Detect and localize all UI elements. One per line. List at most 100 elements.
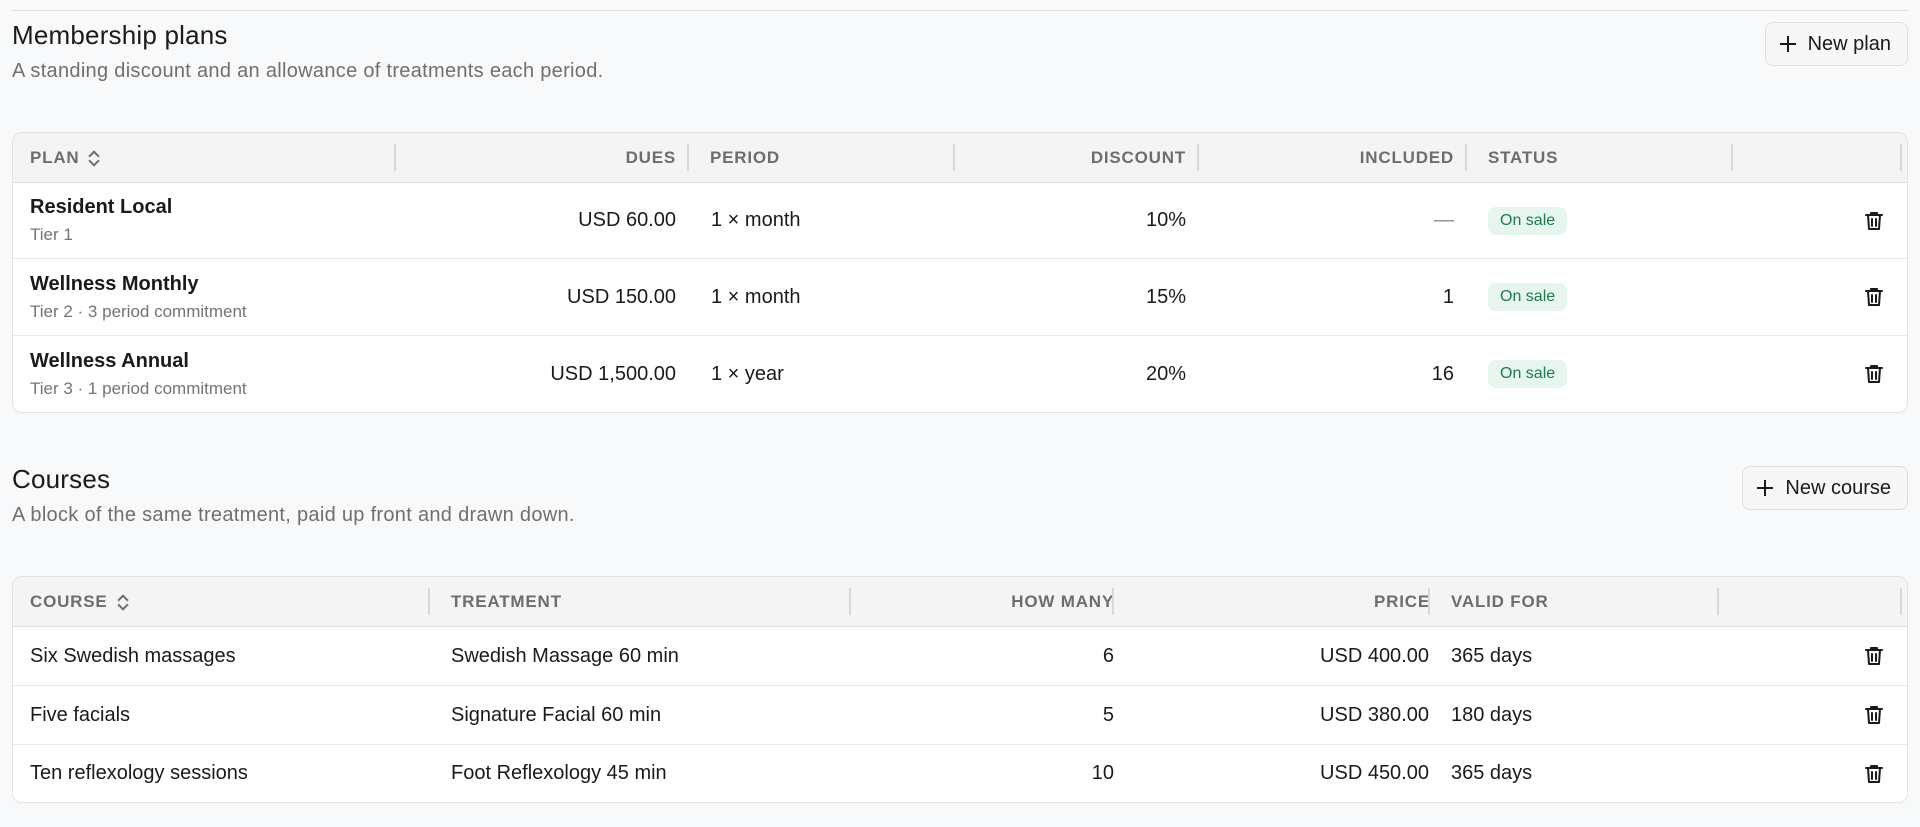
plan-meta: Tier 2 · 3 period commitment bbox=[30, 301, 247, 321]
plan-name: Wellness Annual bbox=[30, 349, 189, 372]
column-header-included: INCLUDED bbox=[1359, 148, 1454, 167]
valid-for-cell: 365 days bbox=[1451, 644, 1533, 667]
dues-cell: USD 1,500.00 bbox=[550, 362, 676, 385]
sort-icon bbox=[87, 149, 99, 167]
trash-icon bbox=[1865, 364, 1883, 384]
top-divider bbox=[12, 10, 1908, 11]
delete-button[interactable] bbox=[1865, 183, 1883, 258]
trash-icon bbox=[1865, 287, 1883, 307]
how-many-cell: 6 bbox=[1102, 644, 1114, 667]
new-course-button[interactable]: New course bbox=[1742, 466, 1908, 510]
trash-icon bbox=[1865, 211, 1883, 231]
column-header-status: STATUS bbox=[1488, 148, 1559, 167]
section-subtitle: A block of the same treatment, paid up f… bbox=[12, 504, 575, 526]
status-cell: On sale bbox=[1488, 259, 1568, 335]
column-label: PLAN bbox=[30, 148, 80, 167]
plan-meta: Tier 3 · 1 period commitment bbox=[30, 378, 247, 398]
table-row[interactable]: Ten reflexology sessions Foot Reflexolog… bbox=[13, 745, 1907, 802]
column-resize-handle[interactable] bbox=[1112, 588, 1114, 615]
price-cell: USD 380.00 bbox=[1320, 703, 1429, 726]
column-resize-handle[interactable] bbox=[428, 588, 430, 615]
column-header-treatment: TREATMENT bbox=[451, 592, 562, 611]
column-label: COURSE bbox=[30, 592, 108, 611]
membership-plans-header: Membership plans A standing discount and… bbox=[12, 20, 1908, 132]
table-row[interactable]: Resident Local Tier 1 USD 60.00 1 × mont… bbox=[13, 183, 1907, 259]
discount-cell: 10% bbox=[1145, 209, 1186, 231]
period-cell: 1 × month bbox=[711, 209, 801, 231]
column-resize-handle[interactable] bbox=[1428, 588, 1430, 615]
delete-button[interactable] bbox=[1865, 686, 1883, 744]
status-badge: On sale bbox=[1488, 360, 1568, 388]
valid-for-cell: 180 days bbox=[1451, 703, 1533, 726]
status-badge: On sale bbox=[1488, 206, 1568, 235]
plan-name: Resident Local bbox=[30, 196, 173, 218]
dues-cell: USD 60.00 bbox=[578, 209, 676, 231]
status-cell: On sale bbox=[1488, 336, 1568, 412]
plan-cell: Resident Local Tier 1 bbox=[30, 183, 172, 258]
price-cell: USD 450.00 bbox=[1320, 762, 1429, 784]
column-resize-handle[interactable] bbox=[953, 144, 955, 171]
column-resize-handle[interactable] bbox=[1465, 144, 1467, 171]
delete-button[interactable] bbox=[1865, 627, 1883, 685]
table-row[interactable]: Six Swedish massages Swedish Massage 60 … bbox=[13, 627, 1907, 686]
how-many-cell: 5 bbox=[1102, 703, 1114, 726]
plan-meta: Tier 1 bbox=[30, 225, 73, 244]
period-cell: 1 × month bbox=[711, 285, 801, 308]
dues-cell: USD 150.00 bbox=[567, 285, 676, 308]
column-header-how-many: HOW MANY bbox=[1011, 592, 1114, 611]
delete-button[interactable] bbox=[1865, 336, 1883, 412]
treatment-cell: Swedish Massage 60 min bbox=[451, 644, 679, 667]
valid-for-cell: 365 days bbox=[1451, 762, 1533, 784]
table-header: PLAN DUES PERIOD DISCOUNT INCLUDED STATU… bbox=[13, 133, 1907, 183]
status-badge: On sale bbox=[1488, 283, 1568, 311]
price-cell: USD 400.00 bbox=[1320, 644, 1429, 667]
plus-icon bbox=[1779, 36, 1796, 52]
column-header-plan[interactable]: PLAN bbox=[30, 133, 99, 183]
included-cell: 1 bbox=[1442, 285, 1454, 308]
period-cell: 1 × year bbox=[711, 362, 784, 385]
included-cell: 16 bbox=[1431, 362, 1454, 385]
section-title: Courses bbox=[12, 464, 111, 494]
column-resize-handle[interactable] bbox=[687, 144, 689, 171]
course-cell: Ten reflexology sessions bbox=[30, 762, 248, 784]
plan-cell: Wellness Annual Tier 3 · 1 period commit… bbox=[30, 336, 247, 412]
column-resize-handle[interactable] bbox=[1717, 588, 1719, 615]
status-cell: On sale bbox=[1488, 183, 1568, 258]
table-row[interactable]: Five facials Signature Facial 60 min 5 U… bbox=[13, 686, 1907, 745]
courses-section: Courses A block of the same treatment, p… bbox=[12, 464, 1908, 803]
column-resize-handle[interactable] bbox=[1197, 144, 1199, 171]
column-header-dues: DUES bbox=[625, 148, 676, 167]
column-header-valid-for: VALID FOR bbox=[1451, 592, 1549, 611]
column-resize-handle[interactable] bbox=[1731, 144, 1733, 171]
course-cell: Five facials bbox=[30, 703, 131, 726]
delete-button[interactable] bbox=[1865, 745, 1883, 802]
column-header-period: PERIOD bbox=[710, 148, 780, 167]
table-header: COURSE TREATMENT HOW MANY PRICE VALID FO… bbox=[13, 577, 1907, 627]
column-resize-handle[interactable] bbox=[1900, 144, 1902, 171]
column-header-course[interactable]: COURSE bbox=[30, 577, 128, 627]
section-title: Membership plans bbox=[12, 20, 228, 50]
table-row[interactable]: Wellness Monthly Tier 2 · 3 period commi… bbox=[13, 259, 1907, 336]
trash-icon bbox=[1865, 764, 1883, 784]
discount-cell: 20% bbox=[1145, 362, 1186, 385]
discount-cell: 15% bbox=[1145, 285, 1186, 308]
trash-icon bbox=[1865, 646, 1883, 666]
new-plan-label: New plan bbox=[1807, 32, 1891, 55]
how-many-cell: 10 bbox=[1091, 762, 1114, 784]
column-header-discount: DISCOUNT bbox=[1090, 148, 1186, 167]
column-resize-handle[interactable] bbox=[394, 144, 396, 171]
plan-cell: Wellness Monthly Tier 2 · 3 period commi… bbox=[30, 259, 247, 335]
new-plan-button[interactable]: New plan bbox=[1764, 22, 1908, 66]
column-resize-handle[interactable] bbox=[1900, 588, 1902, 615]
courses-table: COURSE TREATMENT HOW MANY PRICE VALID FO… bbox=[12, 576, 1908, 803]
delete-button[interactable] bbox=[1865, 259, 1883, 335]
plus-icon bbox=[1757, 480, 1774, 496]
trash-icon bbox=[1865, 705, 1883, 725]
membership-plans-section: Membership plans A standing discount and… bbox=[12, 20, 1908, 413]
table-row[interactable]: Wellness Annual Tier 3 · 1 period commit… bbox=[13, 336, 1907, 412]
column-resize-handle[interactable] bbox=[849, 588, 851, 615]
column-header-price: PRICE bbox=[1374, 592, 1430, 611]
courses-header: Courses A block of the same treatment, p… bbox=[12, 464, 1908, 576]
plan-name: Wellness Monthly bbox=[30, 272, 199, 295]
treatment-cell: Signature Facial 60 min bbox=[451, 703, 662, 726]
